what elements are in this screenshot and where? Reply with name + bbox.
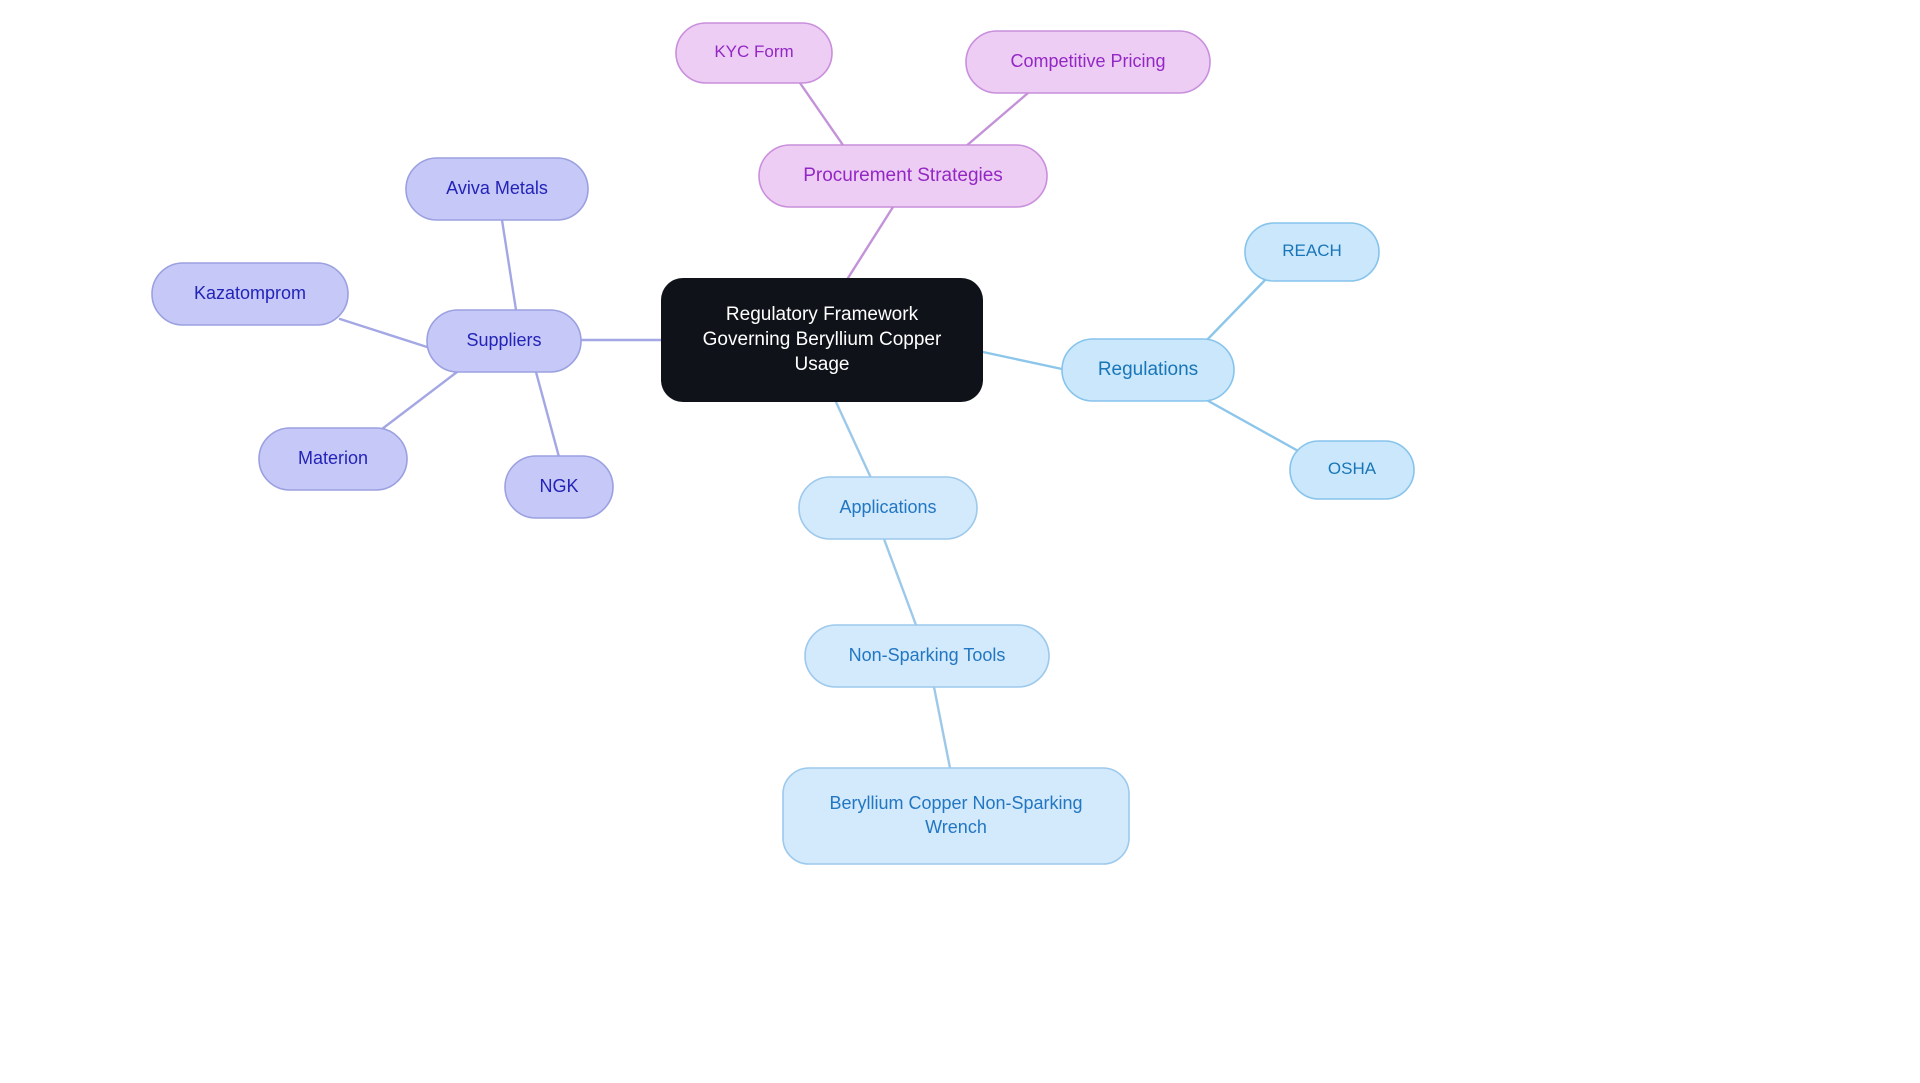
node-aviva_metals[interactable]: Aviva Metals [405,157,589,221]
node-shape-kazatomprom [151,262,349,326]
node-regulations[interactable]: Regulations [1061,338,1235,402]
edge-suppliers-kazatomprom [338,317,429,349]
node-shape-reach [1244,222,1380,282]
node-shape-kyc_form [675,22,833,84]
node-shape-ngk [504,455,614,519]
node-shape-materion [258,427,408,491]
node-shape-procurement [758,144,1048,208]
edge-suppliers-ngk [534,370,561,459]
node-ngk[interactable]: NGK [504,455,614,519]
node-shape-root [661,278,983,402]
node-shape-regulations [1061,338,1235,402]
node-shape-aviva_metals [405,157,589,221]
edge-suppliers-aviva [500,218,518,312]
node-materion[interactable]: Materion [258,427,408,491]
node-shape-applications [798,476,978,540]
node-kazatomprom[interactable]: Kazatomprom [151,262,349,326]
edge-tools-wrench [932,685,952,770]
node-non_sparking_tools[interactable]: Non-Sparking Tools [804,624,1050,688]
edge-root-applications [834,400,873,480]
edge-procurement-pricing [963,91,1030,149]
node-shape-non_sparking_tools [804,624,1050,688]
node-suppliers[interactable]: Suppliers [426,309,582,373]
edge-procurement-kyc [798,81,847,150]
mindmap-canvas: Regulatory Framework Governing Beryllium … [0,0,1920,1083]
node-root[interactable]: Regulatory Framework Governing Beryllium … [661,278,983,402]
node-shape-suppliers [426,309,582,373]
edge-suppliers-materion [380,370,459,431]
node-osha[interactable]: OSHA [1289,440,1415,500]
edge-root-regulations [981,350,1064,371]
edge-regulations-reach [1202,275,1270,345]
node-shape-competitive_pricing [965,30,1211,94]
node-reach[interactable]: REACH [1244,222,1380,282]
node-applications[interactable]: Applications [798,476,978,540]
edge-applications-tools [882,537,918,627]
node-kyc_form[interactable]: KYC Form [675,22,833,84]
edge-root-procurement [846,205,895,280]
nodes-layer: Regulatory Framework Governing Beryllium … [151,22,1415,865]
node-wrench[interactable]: Beryllium Copper Non-Sparking Wrench [782,767,1130,865]
node-shape-osha [1289,440,1415,500]
node-shape-wrench [782,767,1130,865]
edge-regulations-osha [1201,396,1302,454]
node-competitive_pricing[interactable]: Competitive Pricing [965,30,1211,94]
node-procurement[interactable]: Procurement Strategies [758,144,1048,208]
